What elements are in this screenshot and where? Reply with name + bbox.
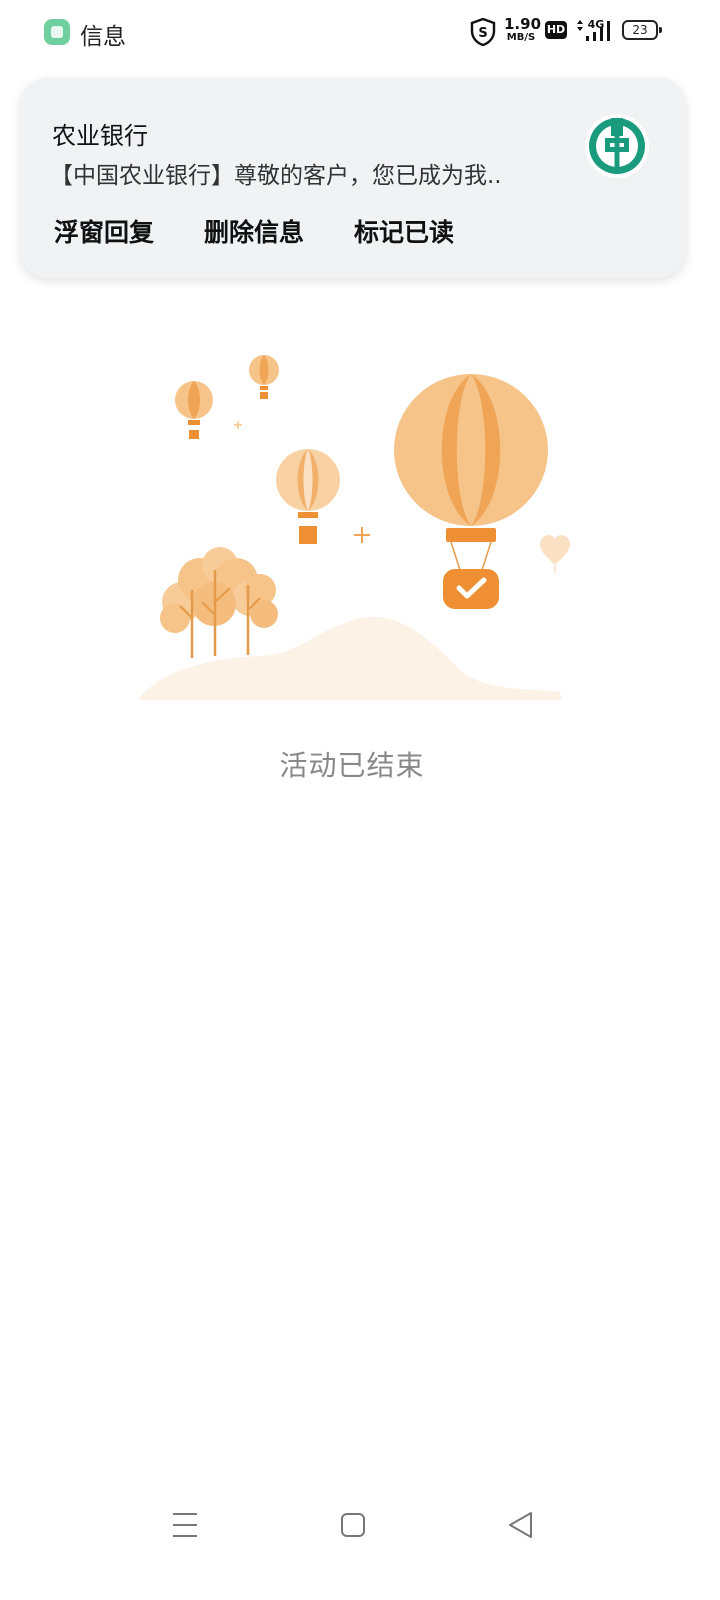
heart-icon <box>540 535 570 573</box>
activity-ended-message: 活动已结束 <box>279 749 425 782</box>
network-speed: 1.90 MB/S <box>504 15 542 43</box>
large-balloon <box>394 374 548 609</box>
notification-card[interactable]: 农业银行 【中国农业银行】尊敬的客户，您已成为我.. 浮窗回复 删除信息 标记已… <box>20 78 686 278</box>
shield-s-icon: S <box>470 18 496 46</box>
notification-body: 【中国农业银行】尊敬的客户，您已成为我.. <box>50 163 502 189</box>
hot-air-balloons-illustration <box>138 355 570 700</box>
messages-app-icon <box>44 19 70 45</box>
menu-icon[interactable] <box>165 1505 205 1545</box>
page: 信息 S 1.90 MB/S HD 4G 23 农业银行 【中国农业银行】尊敬的… <box>0 0 720 1600</box>
float-reply-button[interactable]: 浮窗回复 <box>54 213 154 249</box>
signal-4g-icon: 4G <box>577 18 610 41</box>
svg-text:S: S <box>478 26 487 41</box>
back-icon[interactable] <box>500 1505 540 1545</box>
status-app-name: 信息 <box>80 24 126 50</box>
home-icon[interactable] <box>333 1505 373 1545</box>
battery-icon: 23 <box>622 20 662 40</box>
navigation-bar <box>0 1495 720 1555</box>
hd-icon: HD <box>545 21 567 39</box>
notification-title: 农业银行 <box>52 122 148 150</box>
medium-balloon <box>276 449 340 544</box>
abc-bank-logo-icon <box>585 114 649 178</box>
trees <box>160 547 278 658</box>
small-balloon-top <box>249 355 279 399</box>
network-speed-value: 1.90 <box>504 15 542 33</box>
network-speed-unit: MB/S <box>506 32 536 43</box>
battery-level: 23 <box>632 23 648 37</box>
hill <box>138 616 562 700</box>
status-bar: 信息 S 1.90 MB/S HD 4G 23 <box>0 0 720 64</box>
delete-message-button[interactable]: 删除信息 <box>204 213 304 249</box>
mark-read-button[interactable]: 标记已读 <box>354 213 454 249</box>
small-balloon-left <box>175 381 213 439</box>
